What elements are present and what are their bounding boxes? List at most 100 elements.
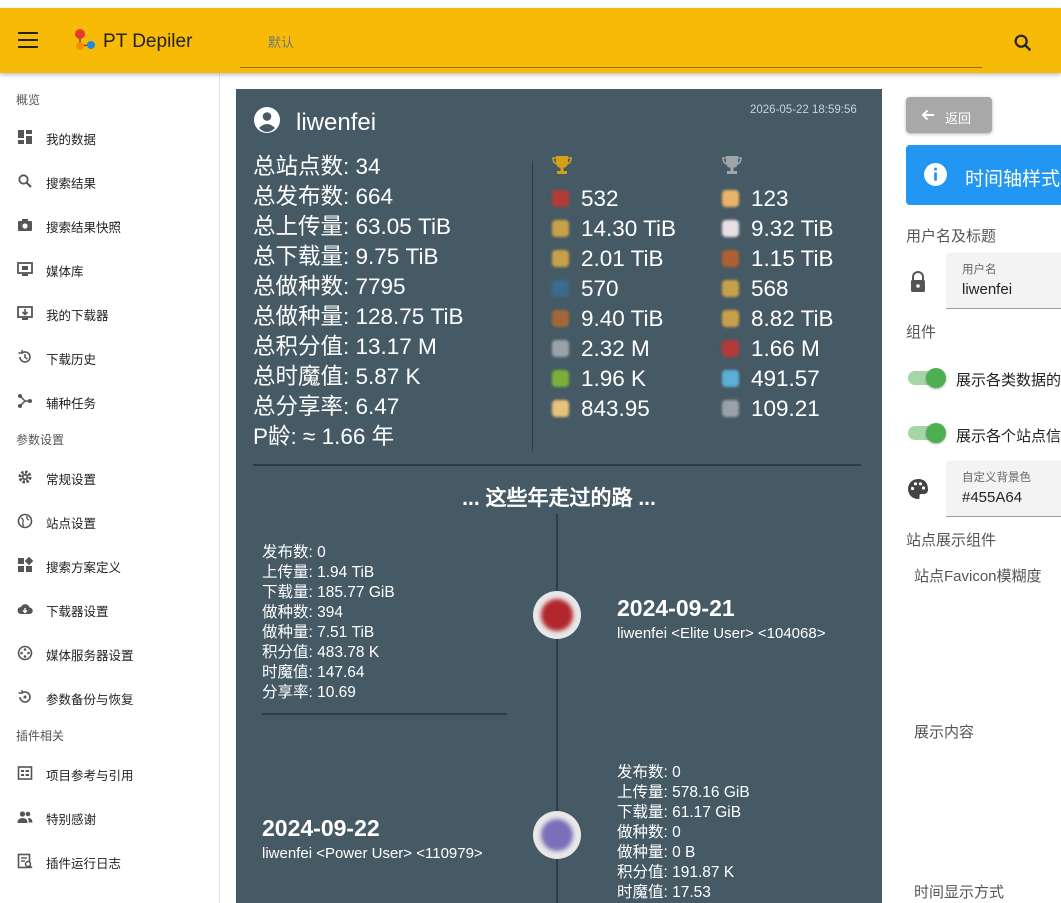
show-sites-toggle[interactable] <box>908 423 946 443</box>
sidebar-item-cross-seed[interactable]: 辅种任务 <box>0 383 219 419</box>
gold-stat-row: 9.40 TiB <box>552 304 712 334</box>
gold-stat-value: 570 <box>581 276 619 301</box>
sidebar-item-backup-restore[interactable]: 参数备份与恢复 <box>0 679 219 715</box>
username-section-label: 用户名及标题 <box>906 228 997 245</box>
cloud-download-icon <box>17 604 33 614</box>
sidebar-item-runtime-log[interactable]: 插件运行日志 <box>0 843 219 879</box>
sidebar-item-media-server-settings[interactable]: 媒体服务器设置 <box>0 635 219 671</box>
info-alert: 时间轴样式 <box>906 145 1061 205</box>
site-favicon-icon <box>722 280 739 297</box>
site-favicon-icon <box>552 340 569 357</box>
timeline-site-favicon <box>533 811 581 859</box>
timeline-event-user: liwenfei <Power User> <110979> <box>262 845 483 862</box>
search-input[interactable] <box>268 32 868 52</box>
menu-icon[interactable] <box>18 32 38 48</box>
sidebar-item-label: 我的下载器 <box>46 309 109 323</box>
camera-icon <box>18 219 32 231</box>
stat-account-age: P龄: ≈ 1.66 年 <box>253 424 395 449</box>
silver-stat-value: 1.15 TiB <box>751 246 834 271</box>
gold-trophy-icon <box>552 156 572 174</box>
stat-total-bonus: 总积分值: 13.17 M <box>253 334 437 359</box>
site-favicon-icon <box>722 370 739 387</box>
people-icon <box>17 811 33 823</box>
components-section-label: 组件 <box>906 324 937 341</box>
stat-total-seeding-size: 总做种量: 128.75 TiB <box>253 304 464 329</box>
silver-stat-value: 568 <box>751 276 789 301</box>
gold-stat-row: 2.32 M <box>552 334 712 364</box>
timeline-event-stats: 发布数: 0 上传量: 578.16 GiB 下载量: 61.17 GiB 做种数: … <box>617 763 750 903</box>
silver-stat-value: 123 <box>751 186 789 211</box>
sidebar-item-my-downloaders[interactable]: 我的下载器 <box>0 295 219 331</box>
silver-stat-row: 568 <box>722 274 882 304</box>
info-alert-text: 时间轴样式 <box>965 169 1061 190</box>
sidebar-item-search-schemes[interactable]: 搜索方案定义 <box>0 547 219 583</box>
show-data-toggle[interactable] <box>908 368 946 388</box>
sidebar-item-general-settings[interactable]: 常规设置 <box>0 459 219 495</box>
background-color-input[interactable] <box>962 489 1061 506</box>
site-favicon-icon <box>552 190 569 207</box>
dashboard-icon <box>18 130 32 144</box>
stat-total-published: 总发布数: 664 <box>253 184 394 209</box>
timeline-stat-line: 上传量: 1.94 TiB <box>262 564 375 581</box>
timeline-stat-line: 做种数: 0 <box>617 824 681 841</box>
site-favicon-icon <box>722 310 739 327</box>
account-circle-icon <box>254 107 280 133</box>
sidebar-item-label: 项目参考与引用 <box>46 769 134 783</box>
sidebar-item-label: 我的数据 <box>46 133 97 147</box>
timeline-event-user: liwenfei <Elite User> <104068> <box>617 625 826 642</box>
sidebar-item-thanks[interactable]: 特别感谢 <box>0 799 219 835</box>
top-strip <box>0 0 1061 8</box>
sidebar-item-search-snapshot[interactable]: 搜索结果快照 <box>0 207 219 243</box>
timeline-site-favicon <box>533 591 581 639</box>
site-favicon-icon <box>552 400 569 417</box>
silver-stat-value: 1.66 M <box>751 336 820 361</box>
timeline-stat-line: 做种量: 0 B <box>617 844 696 861</box>
site-favicon-icon <box>552 370 569 387</box>
sidebar-item-download-history[interactable]: 下载历史 <box>0 339 219 375</box>
sidebar-item-label: 搜索方案定义 <box>46 561 122 575</box>
grid-icon <box>18 557 33 572</box>
app-logo-icon <box>75 29 95 50</box>
gold-stat-value: 9.40 TiB <box>581 306 664 331</box>
show-data-toggle-label: 展示各类数据的 <box>956 372 1061 389</box>
sidebar-item-label: 媒体库 <box>46 265 84 279</box>
sidebar-item-references[interactable]: 项目参考与引用 <box>0 755 219 791</box>
sidebar-item-label: 搜索结果快照 <box>46 221 122 235</box>
silver-stat-value: 8.82 TiB <box>751 306 834 331</box>
timeline-stat-line: 上传量: 578.16 GiB <box>617 784 750 801</box>
search-icon[interactable] <box>1012 32 1034 54</box>
sidebar-item-media-library[interactable]: 媒体库 <box>0 251 219 287</box>
sidebar-item-search-results[interactable]: 搜索结果 <box>0 163 219 199</box>
sidebar-item-label: 站点设置 <box>46 517 97 531</box>
search-field[interactable] <box>240 12 982 68</box>
site-favicon-icon <box>722 250 739 267</box>
silver-stat-value: 9.32 TiB <box>751 216 834 241</box>
gold-stat-row: 843.95 <box>552 394 712 424</box>
site-favicon-icon <box>552 280 569 297</box>
silver-stat-row: 1.66 M <box>722 334 882 364</box>
site-favicon-icon <box>722 190 739 207</box>
arrow-left-icon <box>921 109 934 121</box>
username-field[interactable]: 用户名 <box>946 253 1061 309</box>
username-input[interactable] <box>962 281 1061 298</box>
show-sites-toggle-label: 展示各个站点信 <box>956 428 1061 445</box>
sidebar-item-label: 插件运行日志 <box>46 857 122 871</box>
stat-total-download: 总下载量: 9.75 TiB <box>253 244 439 269</box>
sidebar-item-label: 辅种任务 <box>46 397 97 411</box>
background-color-field[interactable]: 自定义背景色 <box>946 461 1061 517</box>
username-field-label: 用户名 <box>962 264 997 276</box>
sidebar-item-label: 特别感谢 <box>46 813 97 827</box>
timeline-stat-line: 分享率: 10.69 <box>262 684 356 701</box>
silver-stat-row: 8.82 TiB <box>722 304 882 334</box>
sidebar-item-downloader-settings[interactable]: 下载器设置 <box>0 591 219 627</box>
gold-stat-value: 2.01 TiB <box>581 246 664 271</box>
stat-total-seeding-count: 总做种数: 7795 <box>253 274 406 299</box>
sidebar-item-my-data[interactable]: 我的数据 <box>0 119 219 155</box>
back-button[interactable]: 返回 <box>906 97 992 133</box>
reference-icon <box>17 766 33 780</box>
history-icon <box>18 350 31 363</box>
silver-stat-row: 109.21 <box>722 394 882 424</box>
display-content-label: 展示内容 <box>914 724 975 741</box>
sidebar-item-site-settings[interactable]: 站点设置 <box>0 503 219 539</box>
stat-total-sites: 总站点数: 34 <box>253 154 381 179</box>
